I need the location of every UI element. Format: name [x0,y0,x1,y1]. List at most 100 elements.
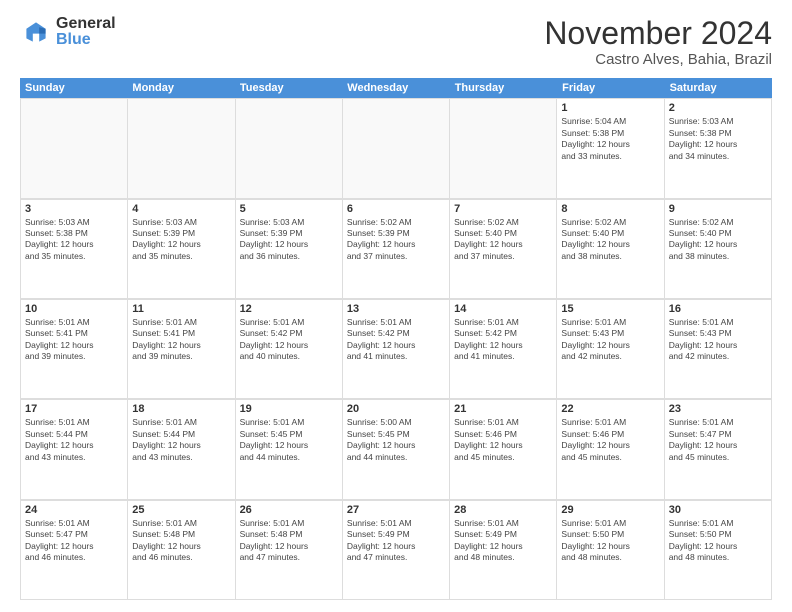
calendar-cell: 8 Sunrise: 5:02 AM Sunset: 5:40 PM Daylig… [557,200,664,299]
cell-info: Sunrise: 5:01 AM Sunset: 5:46 PM Dayligh… [561,417,659,463]
cell-info: Sunrise: 5:01 AM Sunset: 5:48 PM Dayligh… [132,518,230,564]
cell-info: Sunrise: 5:01 AM Sunset: 5:50 PM Dayligh… [669,518,767,564]
cell-info: Sunrise: 5:01 AM Sunset: 5:43 PM Dayligh… [669,317,767,363]
logo: General Blue [20,16,116,48]
day-number: 30 [669,504,767,516]
day-number: 5 [240,203,338,215]
calendar-cell: 17 Sunrise: 5:01 AM Sunset: 5:44 PM Dayli… [21,400,128,499]
day-number: 22 [561,403,659,415]
day-number: 18 [132,403,230,415]
cell-info: Sunrise: 5:01 AM Sunset: 5:43 PM Dayligh… [561,317,659,363]
calendar-cell [128,99,235,198]
cell-info: Sunrise: 5:01 AM Sunset: 5:41 PM Dayligh… [132,317,230,363]
calendar-cell [21,99,128,198]
location: Castro Alves, Bahia, Brazil [544,51,772,68]
calendar-cell: 2 Sunrise: 5:03 AM Sunset: 5:38 PM Daylig… [665,99,772,198]
cell-info: Sunrise: 5:01 AM Sunset: 5:46 PM Dayligh… [454,417,552,463]
calendar: SundayMondayTuesdayWednesdayThursdayFrid… [20,78,772,600]
cell-info: Sunrise: 5:01 AM Sunset: 5:49 PM Dayligh… [454,518,552,564]
day-number: 17 [25,403,123,415]
cell-info: Sunrise: 5:01 AM Sunset: 5:49 PM Dayligh… [347,518,445,564]
calendar-cell: 10 Sunrise: 5:01 AM Sunset: 5:41 PM Dayli… [21,300,128,399]
cell-info: Sunrise: 5:01 AM Sunset: 5:45 PM Dayligh… [240,417,338,463]
day-number: 15 [561,303,659,315]
cell-info: Sunrise: 5:02 AM Sunset: 5:39 PM Dayligh… [347,217,445,263]
calendar-row-1: 1Sunrise: 5:04 AM Sunset: 5:38 PM Daylig… [20,98,772,198]
header-cell-wednesday: Wednesday [342,78,449,98]
day-number: 9 [669,203,767,215]
calendar-cell: 21 Sunrise: 5:01 AM Sunset: 5:46 PM Dayli… [450,400,557,499]
calendar-cell: 20 Sunrise: 5:00 AM Sunset: 5:45 PM Dayli… [343,400,450,499]
calendar-cell: 19Sunrise: 5:01 AM Sunset: 5:45 PM Dayli… [236,400,343,499]
calendar-header: SundayMondayTuesdayWednesdayThursdayFrid… [20,78,772,98]
header-cell-friday: Friday [557,78,664,98]
calendar-cell: 30 Sunrise: 5:01 AM Sunset: 5:50 PM Dayli… [665,501,772,600]
calendar-cell [236,99,343,198]
day-number: 8 [561,203,659,215]
calendar-cell: 22 Sunrise: 5:01 AM Sunset: 5:46 PM Dayli… [557,400,664,499]
cell-info: Sunrise: 5:01 AM Sunset: 5:41 PM Dayligh… [25,317,123,363]
calendar-cell: 4Sunrise: 5:03 AM Sunset: 5:39 PM Daylig… [128,200,235,299]
calendar-cell: 9 Sunrise: 5:02 AM Sunset: 5:40 PM Daylig… [665,200,772,299]
cell-info: Sunrise: 5:02 AM Sunset: 5:40 PM Dayligh… [669,217,767,263]
calendar-cell: 5 Sunrise: 5:03 AM Sunset: 5:39 PM Daylig… [236,200,343,299]
day-number: 26 [240,504,338,516]
cell-info: Sunrise: 5:01 AM Sunset: 5:50 PM Dayligh… [561,518,659,564]
day-number: 29 [561,504,659,516]
cell-info: Sunrise: 5:02 AM Sunset: 5:40 PM Dayligh… [454,217,552,263]
cell-info: Sunrise: 5:03 AM Sunset: 5:38 PM Dayligh… [25,217,123,263]
cell-info: Sunrise: 5:03 AM Sunset: 5:39 PM Dayligh… [240,217,338,263]
calendar-cell: 24 Sunrise: 5:01 AM Sunset: 5:47 PM Dayli… [21,501,128,600]
calendar-cell: 13 Sunrise: 5:01 AM Sunset: 5:42 PM Dayli… [343,300,450,399]
calendar-cell: 28Sunrise: 5:01 AM Sunset: 5:49 PM Dayli… [450,501,557,600]
logo-icon [20,16,52,48]
cell-info: Sunrise: 5:01 AM Sunset: 5:44 PM Dayligh… [25,417,123,463]
header: General Blue November 2024 Castro Alves,… [20,16,772,68]
cell-info: Sunrise: 5:01 AM Sunset: 5:42 PM Dayligh… [454,317,552,363]
cell-info: Sunrise: 5:03 AM Sunset: 5:39 PM Dayligh… [132,217,230,263]
cell-info: Sunrise: 5:01 AM Sunset: 5:48 PM Dayligh… [240,518,338,564]
header-cell-monday: Monday [127,78,234,98]
cell-info: Sunrise: 5:01 AM Sunset: 5:42 PM Dayligh… [347,317,445,363]
day-number: 12 [240,303,338,315]
day-number: 3 [25,203,123,215]
day-number: 14 [454,303,552,315]
cell-info: Sunrise: 5:01 AM Sunset: 5:47 PM Dayligh… [669,417,767,463]
cell-info: Sunrise: 5:01 AM Sunset: 5:47 PM Dayligh… [25,518,123,564]
day-number: 16 [669,303,767,315]
calendar-cell: 3 Sunrise: 5:03 AM Sunset: 5:38 PM Daylig… [21,200,128,299]
calendar-cell: 16 Sunrise: 5:01 AM Sunset: 5:43 PM Dayli… [665,300,772,399]
cell-info: Sunrise: 5:04 AM Sunset: 5:38 PM Dayligh… [561,116,659,162]
calendar-cell: 7 Sunrise: 5:02 AM Sunset: 5:40 PM Daylig… [450,200,557,299]
calendar-cell: 14 Sunrise: 5:01 AM Sunset: 5:42 PM Dayli… [450,300,557,399]
calendar-row-3: 10 Sunrise: 5:01 AM Sunset: 5:41 PM Dayli… [20,299,772,399]
day-number: 11 [132,303,230,315]
day-number: 13 [347,303,445,315]
calendar-cell: 12Sunrise: 5:01 AM Sunset: 5:42 PM Dayli… [236,300,343,399]
header-cell-tuesday: Tuesday [235,78,342,98]
calendar-cell [450,99,557,198]
calendar-cell: 11 Sunrise: 5:01 AM Sunset: 5:41 PM Dayli… [128,300,235,399]
day-number: 20 [347,403,445,415]
calendar-cell: 29 Sunrise: 5:01 AM Sunset: 5:50 PM Dayli… [557,501,664,600]
month-title: November 2024 [544,16,772,51]
page: General Blue November 2024 Castro Alves,… [0,0,792,612]
calendar-cell: 23 Sunrise: 5:01 AM Sunset: 5:47 PM Dayli… [665,400,772,499]
logo-blue-text: Blue [56,32,116,48]
day-number: 23 [669,403,767,415]
day-number: 2 [669,102,767,114]
cell-info: Sunrise: 5:02 AM Sunset: 5:40 PM Dayligh… [561,217,659,263]
calendar-cell: 25Sunrise: 5:01 AM Sunset: 5:48 PM Dayli… [128,501,235,600]
calendar-cell [343,99,450,198]
calendar-cell: 26 Sunrise: 5:01 AM Sunset: 5:48 PM Dayli… [236,501,343,600]
day-number: 24 [25,504,123,516]
day-number: 27 [347,504,445,516]
day-number: 10 [25,303,123,315]
day-number: 21 [454,403,552,415]
calendar-cell: 18Sunrise: 5:01 AM Sunset: 5:44 PM Dayli… [128,400,235,499]
cell-info: Sunrise: 5:03 AM Sunset: 5:38 PM Dayligh… [669,116,767,162]
cell-info: Sunrise: 5:00 AM Sunset: 5:45 PM Dayligh… [347,417,445,463]
day-number: 7 [454,203,552,215]
calendar-cell: 1Sunrise: 5:04 AM Sunset: 5:38 PM Daylig… [557,99,664,198]
calendar-row-2: 3 Sunrise: 5:03 AM Sunset: 5:38 PM Daylig… [20,199,772,299]
